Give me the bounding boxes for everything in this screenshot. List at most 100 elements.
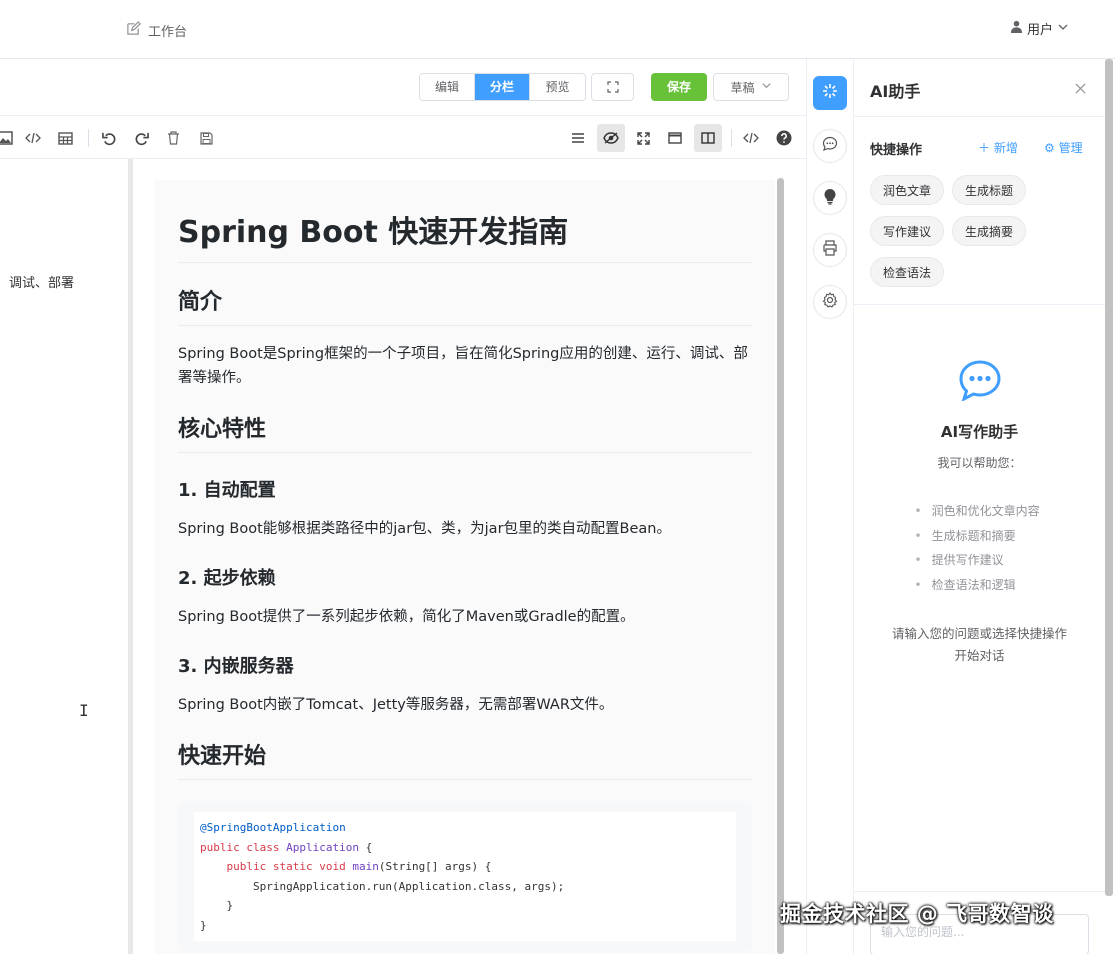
user-menu[interactable]: 用户 xyxy=(1010,19,1069,38)
code-line: } xyxy=(200,918,207,932)
quick-action-chip[interactable]: 检查语法 xyxy=(870,257,945,287)
side-icon-rail xyxy=(806,59,854,954)
templates-button[interactable] xyxy=(813,233,847,267)
ai-assistant-panel: AI助手 快捷操作 ＋ 新增 ⚙ 管理 润色文章 生成标题 写作建议 生成摘要 … xyxy=(854,59,1105,954)
code-line: } xyxy=(200,899,234,912)
text-cursor-icon: I xyxy=(79,701,89,720)
editor-text-fragment: 调试、部署 xyxy=(9,276,75,291)
gear-icon xyxy=(822,292,838,312)
table-icon[interactable] xyxy=(54,127,76,149)
redo-icon[interactable] xyxy=(130,127,152,149)
save-button[interactable]: 保存 xyxy=(651,73,707,101)
quick-action-chip[interactable]: 润色文章 xyxy=(870,175,945,205)
trash-icon[interactable] xyxy=(162,127,184,149)
status-select[interactable]: 草稿 xyxy=(713,73,789,101)
help-icon[interactable] xyxy=(773,127,795,149)
chat-bubble-icon xyxy=(958,360,1002,405)
sub-heading: 2. 起步依赖 xyxy=(178,568,276,589)
editor-toolbar xyxy=(0,117,806,159)
printer-icon xyxy=(822,240,838,260)
fullscreen-icon xyxy=(606,78,619,97)
html-code-icon[interactable] xyxy=(740,127,762,149)
divider xyxy=(854,304,1105,305)
quick-action-chip[interactable]: 生成摘要 xyxy=(952,216,1027,246)
manage-quick-actions-button[interactable]: ⚙ 管理 xyxy=(1044,139,1083,156)
editor-header: 编辑 分栏 预览 保存 草稿 xyxy=(0,59,806,116)
code-keyword: public class xyxy=(200,840,280,854)
code-text: { xyxy=(358,840,373,854)
workbench-label: 工作台 xyxy=(148,25,188,40)
chevron-down-icon xyxy=(761,80,772,94)
chat-icon xyxy=(822,136,838,156)
settings-button[interactable] xyxy=(813,285,847,319)
welcome-subtitle: 我可以帮助您： xyxy=(937,456,1022,470)
mode-preview-button[interactable]: 预览 xyxy=(530,74,585,100)
code-line: @SpringBootApplication xyxy=(200,821,346,834)
sparkle-icon xyxy=(821,82,839,104)
plus-icon: ＋ xyxy=(978,141,991,155)
workbench-link[interactable]: 工作台 xyxy=(126,21,187,40)
paragraph: Spring Boot内嵌了Tomcat、Jetty等服务器，无需部署WAR文件… xyxy=(178,697,614,713)
ideas-button[interactable] xyxy=(813,181,847,215)
preview-toggle-icon[interactable] xyxy=(597,124,625,152)
window-icon[interactable] xyxy=(664,127,686,149)
paragraph: Spring Boot能够根据类路径中的jar包、类，为jar包里的类自动配置B… xyxy=(178,521,671,537)
mode-switch: 编辑 分栏 预览 xyxy=(419,73,586,101)
chevron-down-icon xyxy=(1057,21,1069,37)
split-view-icon[interactable] xyxy=(694,124,722,152)
welcome-message: AI写作助手 我可以帮助您： 润色和优化文章内容 生成标题和摘要 提供写作建议 … xyxy=(854,359,1105,667)
quick-actions-title: 快捷操作 xyxy=(870,143,923,158)
fullscreen-button[interactable] xyxy=(591,73,634,101)
section-heading: 快速开始 xyxy=(178,743,752,780)
status-value: 草稿 xyxy=(730,80,755,95)
list-item: 生成标题和摘要 xyxy=(915,524,1045,549)
watermark: 掘金技术社区 @ 飞哥数智谈 xyxy=(780,902,1054,926)
welcome-hint: 请输入您的问题或选择快捷操作开始对话 xyxy=(891,626,1067,663)
list-item: 检查语法和逻辑 xyxy=(915,573,1045,598)
edit-icon xyxy=(126,21,141,40)
ai-panel-header: AI助手 xyxy=(854,59,1105,117)
section-heading: 核心特性 xyxy=(178,416,752,453)
mode-split-button[interactable]: 分栏 xyxy=(475,74,530,100)
doc-title: Spring Boot 快速开发指南 xyxy=(178,180,752,263)
list-item: 润色和优化文章内容 xyxy=(915,499,1045,524)
list-item: 提供写作建议 xyxy=(915,548,1045,573)
gear-icon: ⚙ xyxy=(1044,141,1055,155)
chat-button[interactable] xyxy=(813,129,847,163)
paragraph: Spring Boot是Spring框架的一个子项目，旨在简化Spring应用的… xyxy=(178,346,748,386)
mode-edit-button[interactable]: 编辑 xyxy=(420,74,475,100)
code-line: SpringApplication.run(Application.class,… xyxy=(200,879,565,893)
add-quick-action-button[interactable]: ＋ 新增 xyxy=(978,139,1018,156)
quick-action-chip[interactable]: 生成标题 xyxy=(952,175,1027,205)
user-icon xyxy=(1010,20,1023,37)
close-icon[interactable] xyxy=(1075,79,1086,98)
capability-list: 润色和优化文章内容 生成标题和摘要 提供写作建议 检查语法和逻辑 xyxy=(915,499,1045,597)
image-icon[interactable] xyxy=(0,127,16,149)
user-label: 用户 xyxy=(1027,23,1054,38)
markdown-editor[interactable]: 调试、部署 I xyxy=(0,159,128,954)
lightbulb-icon xyxy=(823,188,837,209)
quick-action-chip[interactable]: 写作建议 xyxy=(870,216,945,246)
expand-icon[interactable] xyxy=(632,127,654,149)
ai-panel-title: AI助手 xyxy=(870,82,921,101)
code-keyword: public static void xyxy=(200,860,346,873)
code-block: @SpringBootApplication public class Appl… xyxy=(178,802,752,951)
ai-assistant-button[interactable] xyxy=(813,76,847,110)
paragraph: Spring Boot提供了一系列起步依赖，简化了Maven或Gradle的配置… xyxy=(178,609,635,625)
list-icon[interactable] xyxy=(567,127,589,149)
top-nav: 工作台 用户 xyxy=(0,0,1115,59)
add-label: 新增 xyxy=(993,141,1018,155)
sub-heading: 1. 自动配置 xyxy=(178,480,276,501)
page-scrollbar[interactable] xyxy=(1105,59,1113,896)
toolbar-divider xyxy=(731,129,732,147)
undo-icon[interactable] xyxy=(98,127,120,149)
code-icon[interactable] xyxy=(22,127,44,149)
save-icon[interactable] xyxy=(195,127,217,149)
code-class: Application xyxy=(286,840,359,854)
toolbar-divider xyxy=(88,129,89,147)
sub-heading: 3. 内嵌服务器 xyxy=(178,656,294,677)
welcome-title: AI写作助手 xyxy=(940,423,1019,441)
preview-scrollbar[interactable] xyxy=(777,178,784,954)
code-function: main xyxy=(352,860,379,873)
section-heading: 简介 xyxy=(178,289,752,326)
